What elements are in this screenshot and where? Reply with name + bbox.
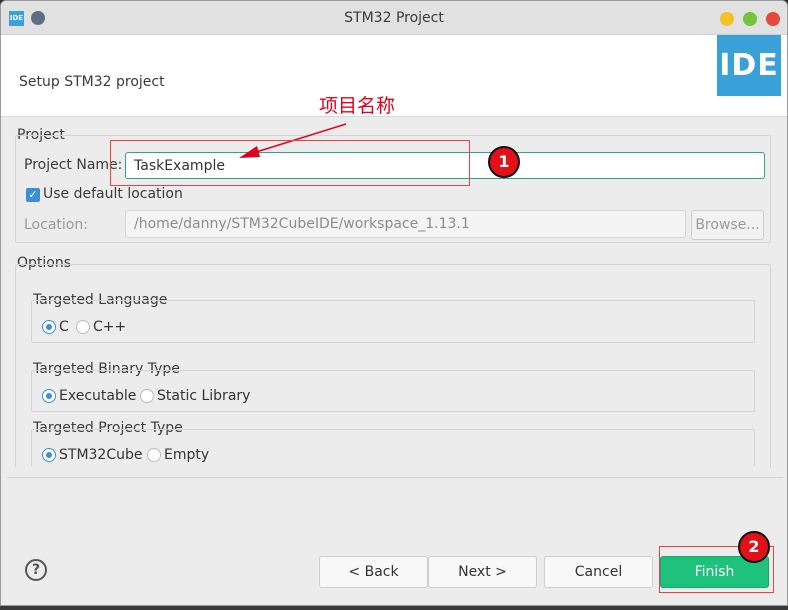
annotation-badge-2: 2 (738, 531, 770, 563)
dialog-window: IDE STM32 Project Setup STM32 project ID… (0, 0, 788, 606)
annotation-box-project-name (110, 140, 470, 186)
taskbar-strip (0, 606, 788, 610)
annotation-arrow-icon (239, 123, 347, 158)
annotation-badge-1: 1 (488, 146, 520, 178)
